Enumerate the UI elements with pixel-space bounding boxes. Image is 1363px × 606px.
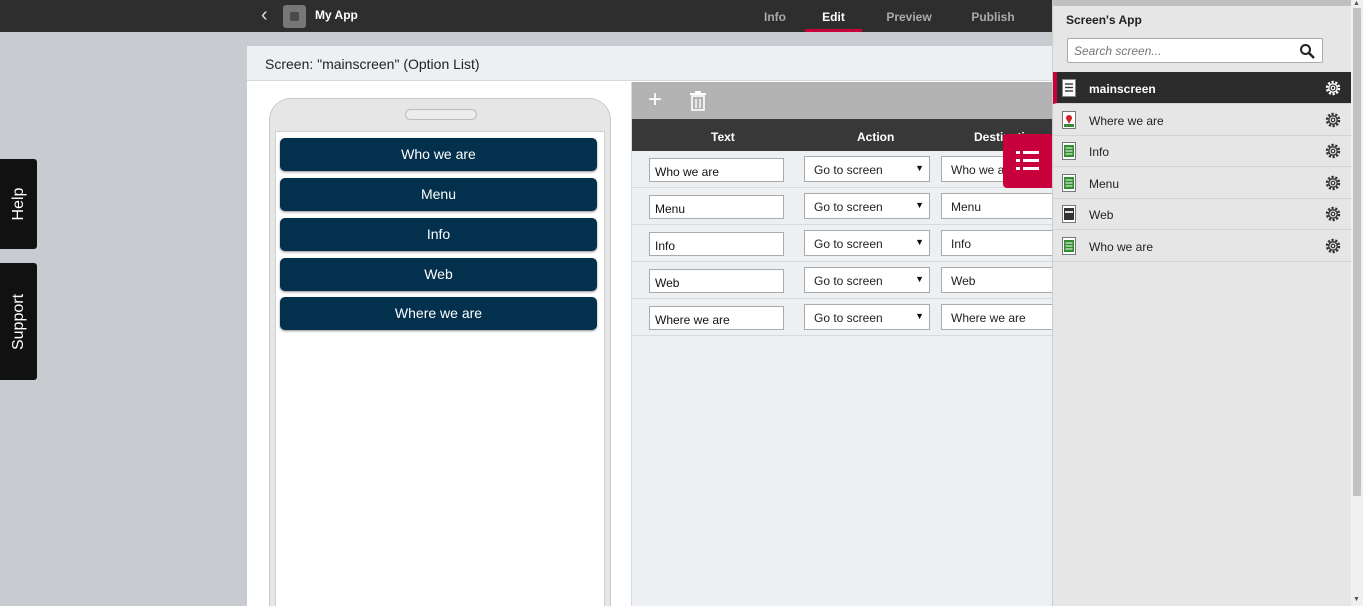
destination-select[interactable]: Web <box>941 267 1061 293</box>
app-icon <box>283 5 306 28</box>
column-action: Action <box>857 130 895 144</box>
list-doc-icon <box>1062 79 1076 97</box>
search-input[interactable] <box>1074 43 1294 59</box>
app-title: My App <box>315 8 358 22</box>
trash-icon[interactable] <box>689 91 707 111</box>
editor-toolbar: + <box>632 82 1053 119</box>
list-toggle-button[interactable] <box>1003 134 1052 188</box>
screen-item-menu[interactable]: Menu <box>1053 167 1352 199</box>
search-icon[interactable] <box>1299 43 1315 59</box>
screen-label: Web <box>1089 208 1114 222</box>
tab-preview[interactable]: Preview <box>878 0 940 32</box>
panel-title: Screen: "mainscreen" (Option List) <box>265 56 480 72</box>
action-select[interactable]: Go to screen <box>804 230 930 256</box>
help-label: Help <box>9 187 27 221</box>
gear-icon[interactable] <box>1324 111 1342 129</box>
action-select[interactable]: Go to screen <box>804 193 930 219</box>
screen-label: Info <box>1089 145 1110 159</box>
option-button[interactable]: Who we are <box>280 138 597 171</box>
destination-select[interactable]: Where we are <box>941 304 1061 330</box>
destination-select[interactable]: Menu <box>941 193 1061 219</box>
tab-edit[interactable]: Edit <box>805 0 862 32</box>
phone-screen: Who we are Menu Info Web Where we are <box>275 131 605 606</box>
screen-item-mainscreen[interactable]: mainscreen <box>1053 72 1352 104</box>
screen-label: Who we are <box>1089 240 1154 254</box>
help-tab[interactable]: Help <box>0 159 37 249</box>
screen-item-who-we-are[interactable]: Who we are <box>1053 230 1352 262</box>
text-input[interactable]: Who we are <box>649 158 784 182</box>
phone-preview: Who we are Menu Info Web Where we are <box>269 98 611 606</box>
sidebar-title: Screen's App <box>1066 13 1142 27</box>
map-doc-icon <box>1062 111 1076 129</box>
text-input[interactable]: Web <box>649 269 784 293</box>
option-button[interactable]: Where we are <box>280 297 597 330</box>
text-input[interactable]: Where we are <box>649 306 784 330</box>
tab-info[interactable]: Info <box>756 0 794 32</box>
screen-item-web[interactable]: Web <box>1053 198 1352 230</box>
gear-icon[interactable] <box>1324 174 1342 192</box>
support-tab[interactable]: Support <box>0 263 37 380</box>
support-label: Support <box>9 293 27 350</box>
table-row: Where we are Go to screen Where we are <box>632 299 1061 336</box>
screen-label: mainscreen <box>1089 82 1156 96</box>
text-input[interactable]: Menu <box>649 195 784 219</box>
table-row: Menu Go to screen Menu <box>632 188 1061 225</box>
option-button[interactable]: Web <box>280 258 597 291</box>
scroll-down-icon[interactable]: ▼ <box>1353 596 1360 603</box>
table-row: Info Go to screen Info <box>632 225 1061 262</box>
sidebar-top-strip <box>1053 0 1352 6</box>
gear-icon[interactable] <box>1324 142 1342 160</box>
web-doc-icon <box>1062 205 1076 223</box>
screen-label: Menu <box>1089 177 1120 191</box>
screen-item-where-we-are[interactable]: Where we are <box>1053 104 1352 136</box>
text-doc-icon <box>1062 237 1076 255</box>
scroll-thumb[interactable] <box>1353 8 1361 496</box>
action-select[interactable]: Go to screen <box>804 156 930 182</box>
table-row: Web Go to screen Web <box>632 262 1061 299</box>
table-header: Text Action Destination <box>632 119 1053 151</box>
panel-header: Screen: "mainscreen" (Option List) <box>247 46 1052 81</box>
screens-sidebar: Screen's App mainscreen Where we are <box>1052 0 1352 606</box>
option-editor: + Text Action Destination Who we are Go … <box>631 82 1061 606</box>
add-icon[interactable]: + <box>648 88 662 112</box>
screen-item-info[interactable]: Info <box>1053 135 1352 167</box>
search-box <box>1067 38 1323 63</box>
text-input[interactable]: Info <box>649 232 784 256</box>
screen-label: Where we are <box>1089 114 1164 128</box>
gear-icon[interactable] <box>1324 205 1342 223</box>
action-select[interactable]: Go to screen <box>804 267 930 293</box>
scroll-up-icon[interactable]: ▲ <box>1353 0 1360 7</box>
text-doc-icon <box>1062 174 1076 192</box>
gear-icon[interactable] <box>1324 237 1342 255</box>
option-button[interactable]: Info <box>280 218 597 251</box>
back-icon[interactable]: ‹ <box>261 5 275 26</box>
option-button[interactable]: Menu <box>280 178 597 211</box>
destination-select[interactable]: Info <box>941 230 1061 256</box>
action-select[interactable]: Go to screen <box>804 304 930 330</box>
gear-icon[interactable] <box>1324 79 1342 97</box>
column-text: Text <box>711 130 735 144</box>
text-doc-icon <box>1062 142 1076 160</box>
table-row: Who we are Go to screen Who we are <box>632 151 1061 188</box>
phone-speaker <box>405 109 477 120</box>
page-scrollbar[interactable]: ▲ ▼ <box>1351 0 1363 606</box>
tab-publish[interactable]: Publish <box>964 0 1022 32</box>
top-bar: ‹ My App Info Edit Preview Publish <box>0 0 1052 32</box>
